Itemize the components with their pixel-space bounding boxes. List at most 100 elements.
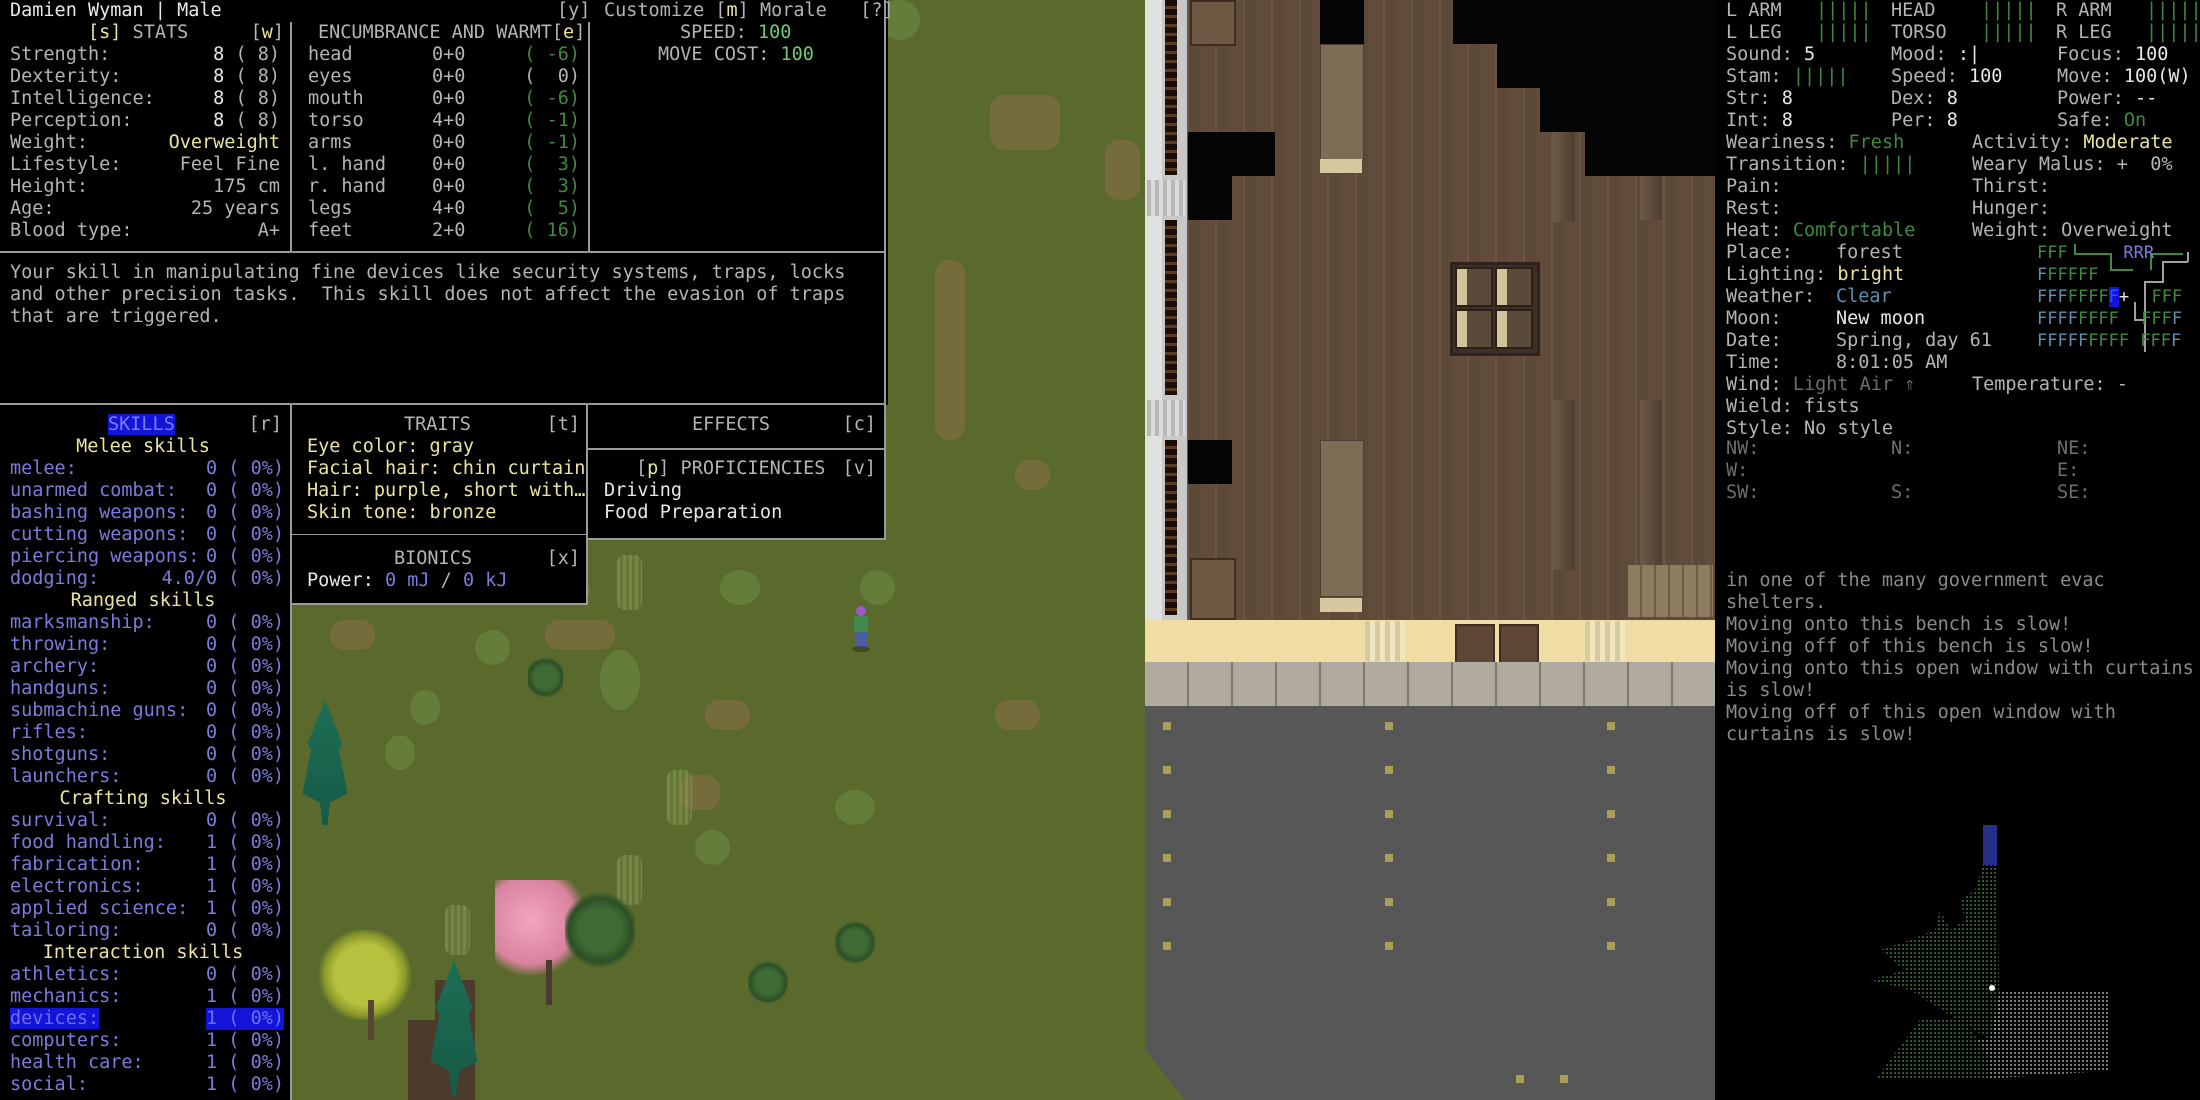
message-log[interactable]: in one of the many government evac shelte… (1726, 570, 2196, 746)
speed-panel: Customize [m] Morale [?] SPEED: 100 MOVE… (590, 0, 894, 252)
message-line: Moving off of this bench is slow! (1726, 636, 2094, 657)
status-label: Activity: (1972, 132, 2073, 153)
status-label: Int: (1726, 110, 1771, 131)
local-minimap[interactable] (1850, 820, 2110, 1080)
body-part-label: R ARM (2056, 0, 2112, 21)
road-marking (1607, 766, 1615, 774)
bionics-title[interactable]: BIONICS (394, 548, 472, 570)
skill-name: shotguns: (10, 744, 111, 765)
skill-row[interactable]: shotguns: 0 ( 0%) (10, 744, 284, 766)
skill-row[interactable]: applied science: 1 ( 0%) (10, 898, 284, 920)
traits-title[interactable]: TRAITS (404, 414, 471, 436)
unseen-area (1585, 132, 1715, 176)
effects-title[interactable]: EFFECTS (692, 414, 770, 436)
stats-hotkey[interactable]: [w] (251, 22, 284, 44)
skills-hotkey[interactable]: [r] (249, 414, 282, 436)
skill-name: tailoring: (10, 920, 122, 941)
tree-trunk (368, 1000, 374, 1040)
stat-current: 8 (213, 110, 225, 131)
bench[interactable] (1320, 44, 1364, 161)
body-part-hp-bar: ||||| (1816, 22, 1872, 43)
skill-row[interactable]: archery: 0 ( 0%) (10, 656, 284, 678)
status-value: + 0% (2116, 154, 2173, 175)
warmth-value: ( 5) (524, 198, 580, 219)
skill-level-value: 0 (206, 480, 218, 501)
skill-row[interactable]: bashing weapons: 0 ( 0%) (10, 502, 284, 524)
dirt-patch (545, 620, 615, 650)
stat-value: 8 ( 8) (213, 44, 280, 66)
skill-name: handguns: (10, 678, 111, 699)
door[interactable] (1499, 624, 1539, 664)
skill-row[interactable]: mechanics: 1 ( 0%) (10, 986, 284, 1008)
proficiencies-hotkey[interactable]: [v] (843, 458, 876, 480)
window-curtain[interactable] (1147, 180, 1185, 216)
status-label: Date: (1726, 330, 1782, 351)
skill-row[interactable]: cutting weapons: 0 ( 0%) (10, 524, 284, 546)
skill-row[interactable]: piercing weapons: 0 ( 0%) (10, 546, 284, 568)
bench[interactable] (1320, 440, 1364, 597)
stove[interactable] (1190, 558, 1236, 620)
skill-row[interactable]: social: 1 ( 0%) (10, 1074, 284, 1096)
skill-row[interactable]: submachine guns: 0 ( 0%) (10, 700, 284, 722)
speed-header[interactable]: Customize [m] Morale [?] (604, 0, 894, 22)
unseen-area (1188, 440, 1232, 484)
skill-level-value: 4.0/0 (161, 568, 218, 589)
skill-row[interactable]: food handling: 1 ( 0%) (10, 832, 284, 854)
stat-label: Height: (10, 176, 88, 197)
skill-progress: ( 0%) (228, 502, 284, 523)
skill-row[interactable]: marksmanship: 0 ( 0%) (10, 612, 284, 634)
skill-row[interactable]: unarmed combat: 0 ( 0%) (10, 480, 284, 502)
encumbrance-row: torso 4+0 ( -1) (308, 110, 580, 132)
bookcase[interactable] (1450, 262, 1540, 356)
player-character[interactable] (850, 606, 872, 652)
effects-hotkey[interactable]: [c] (843, 414, 876, 436)
locker[interactable] (1628, 565, 1713, 617)
status-value: fists (1803, 396, 1860, 417)
skill-row[interactable]: computers: 1 ( 0%) (10, 1030, 284, 1052)
bench-end (1320, 159, 1362, 173)
stat-label: Intelligence: (10, 88, 155, 109)
status-value: forest (1836, 242, 1903, 263)
overmap-minimap[interactable]: FFF RRR FFFFFF FFFFFFFF+ FFF FFFFFFFF FF… (2033, 242, 2193, 352)
skill-row[interactable]: devices: 1 ( 0%) (10, 1008, 284, 1030)
skill-row[interactable]: melee: 0 ( 0%) (10, 458, 284, 480)
skills-title[interactable]: SKILLS (108, 414, 175, 436)
skill-row[interactable]: handguns: 0 ( 0%) (10, 678, 284, 700)
road-marking (1607, 898, 1615, 906)
skill-row[interactable]: throwing: 0 ( 0%) (10, 634, 284, 656)
skill-row[interactable]: electronics: 1 ( 0%) (10, 876, 284, 898)
status-field-temp: Temperature: - (1972, 374, 2128, 396)
skill-level: 0 ( 0%) (206, 656, 284, 678)
compass-ne: NE: (2057, 438, 2091, 459)
encumbrance-value: 0+0 (432, 44, 466, 65)
window-curtain[interactable] (1585, 621, 1625, 661)
skill-level-value: 0 (206, 744, 218, 765)
compass-nw: NW: (1726, 438, 1760, 459)
window-curtain[interactable] (1147, 400, 1185, 436)
window-curtain[interactable] (1365, 621, 1405, 661)
skill-row[interactable]: rifles: 0 ( 0%) (10, 722, 284, 744)
skill-row[interactable]: fabrication: 1 ( 0%) (10, 854, 284, 876)
skill-name: throwing: (10, 634, 111, 655)
skill-row[interactable]: survival: 0 ( 0%) (10, 810, 284, 832)
skill-row[interactable]: launchers: 0 ( 0%) (10, 766, 284, 788)
body-part-label: R LEG (2056, 22, 2112, 43)
compass-e: E: (2057, 460, 2080, 481)
stats-title[interactable]: [s] STATS (88, 22, 188, 44)
proficiencies-title[interactable]: [p] PROFICIENCIES (636, 458, 825, 480)
skill-row[interactable]: tailoring: 0 ( 0%) (10, 920, 284, 942)
skill-row[interactable]: health care: 1 ( 0%) (10, 1052, 284, 1074)
door[interactable] (1455, 624, 1495, 664)
encumbrance-title[interactable]: ENCUMBRANCE AND WARMT[e] (318, 22, 585, 44)
status-value: New moon (1836, 308, 1926, 329)
skill-level: 1 ( 0%) (206, 1074, 284, 1096)
skill-row[interactable]: dodging: 4.0/0 ( 0%) (10, 568, 284, 590)
bionics-hotkey[interactable]: [x] (547, 548, 580, 570)
coat-rack (1640, 400, 1662, 570)
minimap-visible-area (1870, 865, 2000, 1040)
status-field-move: Move: 100(W) (2057, 66, 2191, 88)
stove[interactable] (1190, 0, 1236, 46)
traits-hotkey[interactable]: [t] (547, 414, 580, 436)
skill-row[interactable]: athletics: 0 ( 0%) (10, 964, 284, 986)
customize-hotkey[interactable]: [y] (557, 0, 590, 22)
